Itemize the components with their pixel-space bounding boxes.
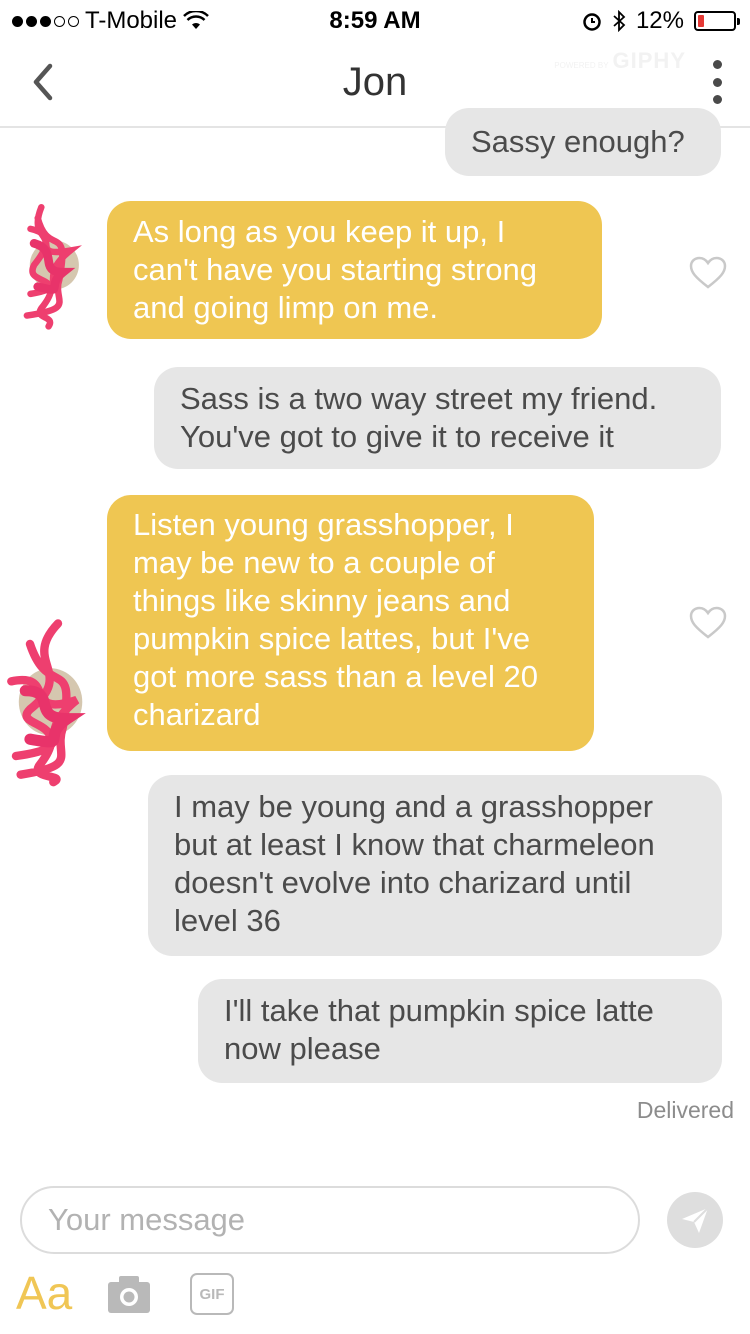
- camera-icon[interactable]: [107, 1274, 151, 1314]
- message-bubble-outgoing: Sass is a two way street my friend. You'…: [154, 367, 721, 469]
- status-bar: T-Mobile 8:59 AM 12%: [0, 0, 750, 40]
- text-format-button[interactable]: Aa: [16, 1266, 72, 1320]
- status-right: 12%: [582, 7, 740, 35]
- delivered-status: Delivered: [636, 1097, 734, 1123]
- heart-icon[interactable]: [689, 606, 727, 640]
- more-options-button[interactable]: [710, 60, 724, 104]
- battery-icon: [694, 11, 740, 31]
- battery-percent: 12%: [635, 7, 684, 34]
- message-bubble-incoming: Listen young grasshopper, I may be new t…: [107, 495, 594, 751]
- message-bubble-outgoing: I'll take that pumpkin spice latte now p…: [198, 979, 722, 1083]
- paper-plane-icon: [682, 1207, 709, 1233]
- heart-icon[interactable]: [689, 256, 727, 290]
- chat-title: Jon: [342, 60, 408, 104]
- alarm-icon: [583, 13, 601, 31]
- message-bubble-outgoing: I may be young and a grasshopper but at …: [148, 775, 722, 956]
- message-input-container: [20, 1186, 640, 1254]
- gif-button[interactable]: GIF: [190, 1273, 234, 1315]
- message-bubble-outgoing: Sassy enough?: [445, 108, 721, 176]
- avatar: [7, 619, 86, 787]
- message-bubble-incoming: As long as you keep it up, I can't have …: [107, 201, 602, 339]
- avatar: [23, 203, 82, 330]
- send-button[interactable]: [667, 1192, 723, 1248]
- bluetooth-icon: [613, 10, 626, 32]
- message-input[interactable]: [22, 1188, 638, 1252]
